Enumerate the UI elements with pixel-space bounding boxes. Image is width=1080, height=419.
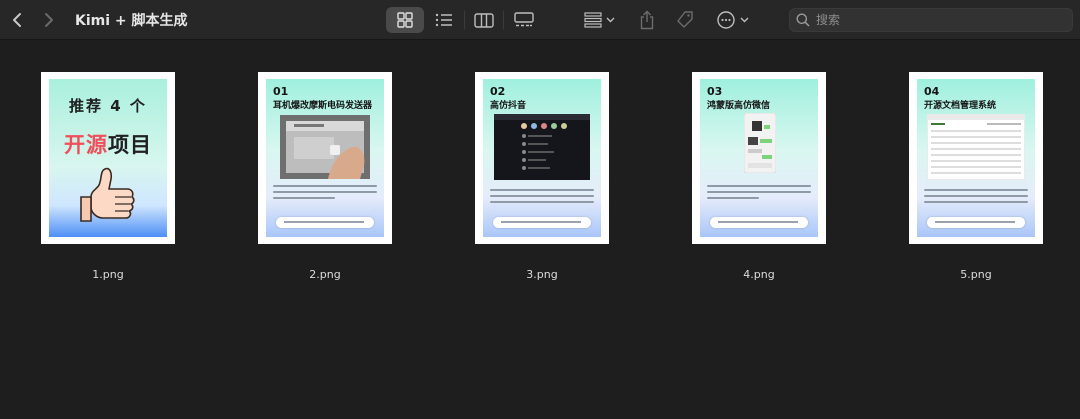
chevron-left-icon — [13, 13, 21, 27]
description-text — [490, 189, 594, 207]
group-icon — [584, 12, 615, 28]
page-image: 02 高仿抖音 — [483, 79, 601, 237]
grid-view-icon — [397, 12, 413, 28]
tag-icon — [677, 11, 693, 28]
thumbs-up-icon — [80, 167, 135, 222]
file-thumbnail[interactable]: 推荐 4 个 开源项目 — [41, 72, 175, 244]
column-view-button[interactable] — [466, 7, 502, 33]
file-name[interactable]: 3.png — [475, 268, 609, 281]
file-thumbnail[interactable]: 01 耳机爆改摩斯电码发送器 — [258, 72, 392, 244]
screenshot-douyin-app — [494, 114, 590, 180]
link-bar — [276, 217, 374, 228]
column-view-icon — [474, 12, 494, 28]
screenshot-document-system — [927, 114, 1025, 180]
toolbar-divider — [464, 11, 465, 29]
search-field[interactable] — [789, 8, 1073, 32]
toolbar-divider — [503, 11, 504, 29]
gallery-view-icon — [514, 12, 534, 27]
more-icon — [717, 11, 749, 29]
forward-button[interactable] — [38, 8, 60, 32]
cover-highlight: 开源 — [64, 133, 108, 157]
page-image: 01 耳机爆改摩斯电码发送器 — [266, 79, 384, 237]
page-image: 03 鸿蒙版高仿微信 — [700, 79, 818, 237]
file-name[interactable]: 5.png — [909, 268, 1043, 281]
page-title: 耳机爆改摩斯电码发送器 — [273, 101, 373, 111]
page-number: 01 — [273, 85, 289, 98]
list-view-icon — [435, 13, 452, 27]
group-by-button[interactable] — [578, 7, 622, 33]
file-name[interactable]: 4.png — [692, 268, 826, 281]
link-bar — [927, 217, 1025, 228]
back-button[interactable] — [6, 8, 28, 32]
share-button[interactable] — [634, 7, 660, 33]
more-actions-button[interactable] — [712, 7, 756, 33]
file-thumbnail[interactable]: 04 开源文档管理系统 — [909, 72, 1043, 244]
link-bar — [493, 217, 591, 228]
list-view-button[interactable] — [426, 7, 462, 33]
search-icon — [796, 13, 810, 27]
share-icon — [640, 10, 654, 30]
description-text — [924, 189, 1028, 207]
page-number: 04 — [924, 85, 940, 98]
cover-subheading: 开源项目 — [49, 129, 167, 159]
file-thumbnail[interactable]: 03 鸿蒙版高仿微信 — [692, 72, 826, 244]
file-thumbnail[interactable]: 02 高仿抖音 — [475, 72, 609, 244]
icon-view-button[interactable] — [386, 7, 424, 33]
window-title: Kimi + 脚本生成 — [75, 13, 188, 29]
description-text — [707, 185, 811, 203]
file-name[interactable]: 1.png — [41, 268, 175, 281]
file-item[interactable]: 03 鸿蒙版高仿微信 4.png — [692, 72, 826, 281]
page-title: 鸿蒙版高仿微信 — [707, 101, 771, 111]
page-number: 02 — [490, 85, 506, 98]
gallery-view-button[interactable] — [505, 7, 543, 33]
cover-heading: 推荐 4 个 — [69, 97, 147, 115]
photo-morse-device — [280, 115, 370, 179]
file-item[interactable]: 推荐 4 个 开源项目 1.png — [41, 72, 175, 281]
file-item[interactable]: 04 开源文档管理系统 5.png — [909, 72, 1043, 281]
link-bar — [710, 217, 808, 228]
description-text — [273, 185, 377, 203]
page-title: 开源文档管理系统 — [924, 101, 997, 111]
tag-button[interactable] — [670, 7, 700, 33]
search-input[interactable] — [816, 13, 1056, 27]
page-number: 03 — [707, 85, 723, 98]
file-item[interactable]: 02 高仿抖音 3.png — [475, 72, 609, 281]
page-image: 04 开源文档管理系统 — [917, 79, 1035, 237]
page-title: 高仿抖音 — [490, 101, 527, 111]
file-item[interactable]: 01 耳机爆改摩斯电码发送器 2.png — [258, 72, 392, 281]
screenshot-wechat-app — [744, 113, 776, 173]
file-name[interactable]: 2.png — [258, 268, 392, 281]
cover-image: 推荐 4 个 开源项目 — [49, 79, 167, 237]
chevron-right-icon — [45, 13, 53, 27]
cover-heading-rest: 项目 — [108, 133, 152, 157]
window-toolbar: Kimi + 脚本生成 — [0, 0, 1080, 40]
